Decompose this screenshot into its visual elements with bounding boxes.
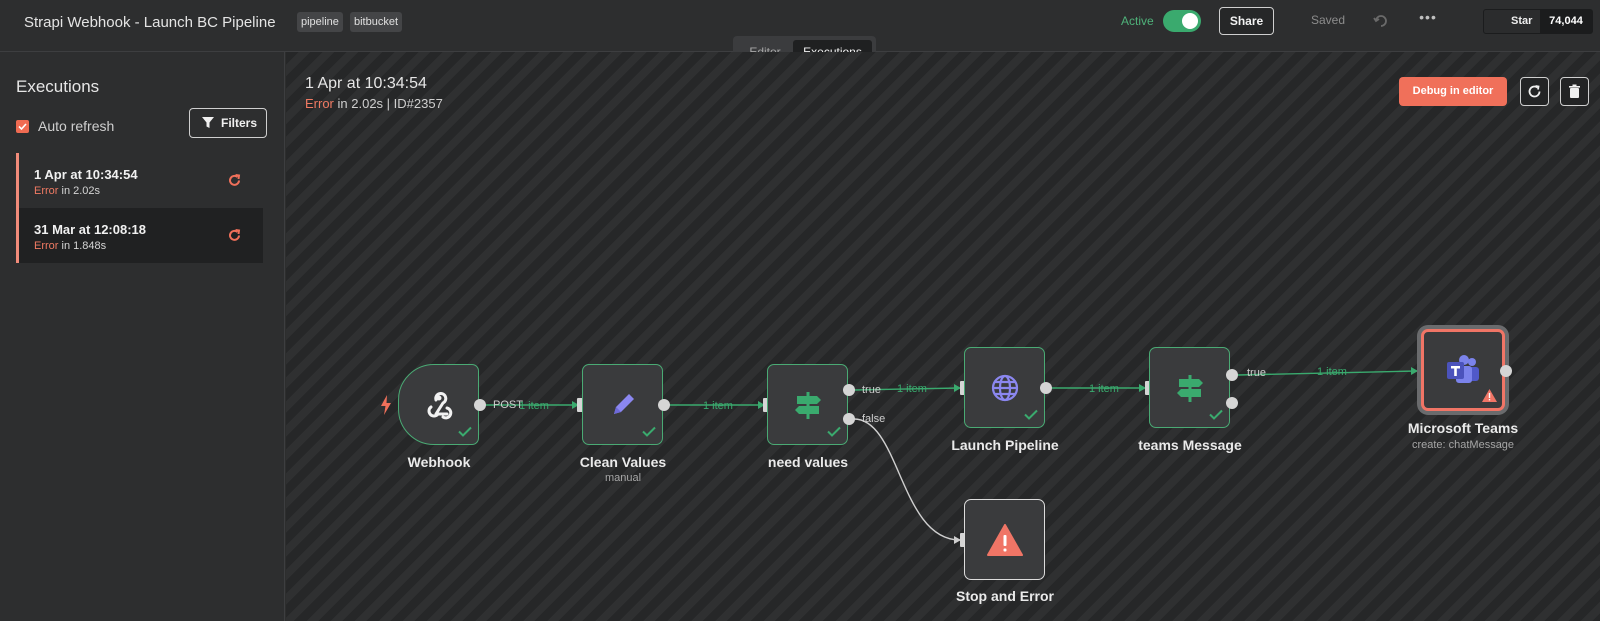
item-count-label: 1 item	[1089, 383, 1119, 395]
output-port[interactable]	[1500, 365, 1512, 377]
success-check-icon	[1209, 409, 1223, 420]
output-port[interactable]	[1040, 382, 1052, 394]
node-label: teams Message	[1138, 437, 1242, 453]
warning-icon	[1482, 389, 1497, 402]
connection-lines	[484, 367, 1418, 544]
success-check-icon	[642, 426, 656, 437]
node-teams-message[interactable]	[1149, 347, 1230, 428]
success-check-icon	[458, 426, 472, 437]
node-clean-values[interactable]	[582, 364, 663, 445]
node-label: Launch Pipeline	[951, 437, 1059, 453]
node-launch-pipeline[interactable]	[964, 347, 1045, 428]
node-label: Stop and Error	[955, 588, 1054, 604]
signpost-icon	[1176, 374, 1203, 402]
item-count-label: 1 item	[519, 400, 549, 412]
node-label: Webhook	[407, 454, 471, 470]
node-subtitle: manual	[604, 472, 642, 484]
node-label: need values	[767, 454, 849, 470]
teams-message-true-label: true	[1247, 367, 1266, 379]
output-port[interactable]	[658, 399, 670, 411]
node-stop-and-error[interactable]	[964, 499, 1045, 580]
node-webhook[interactable]	[398, 364, 479, 445]
need-values-true-label: true	[862, 384, 881, 396]
node-label: Clean Values	[579, 454, 667, 470]
trigger-bolt-icon	[381, 395, 391, 415]
output-port[interactable]	[474, 399, 486, 411]
output-port-false[interactable]	[843, 413, 855, 425]
globe-icon	[991, 374, 1018, 401]
webhook-icon	[427, 391, 452, 419]
pencil-icon	[613, 393, 634, 414]
output-port-true[interactable]	[843, 384, 855, 396]
item-count-label: 1 item	[703, 400, 733, 412]
success-check-icon	[827, 426, 841, 437]
signpost-icon	[794, 391, 821, 419]
output-port-false[interactable]	[1226, 397, 1238, 409]
microsoft-teams-icon	[1447, 355, 1479, 383]
node-microsoft-teams[interactable]	[1421, 329, 1505, 411]
success-check-icon	[1024, 409, 1038, 420]
need-values-false-label: false	[862, 413, 886, 425]
node-label: Microsoft Teams	[1407, 420, 1519, 436]
warning-triangle-icon	[986, 523, 1023, 556]
node-subtitle: create: chatMessage	[1411, 439, 1515, 451]
node-need-values[interactable]	[767, 364, 848, 445]
output-port-true[interactable]	[1226, 369, 1238, 381]
item-count-label: 1 item	[897, 383, 927, 395]
item-count-label: 1 item	[1317, 366, 1347, 378]
